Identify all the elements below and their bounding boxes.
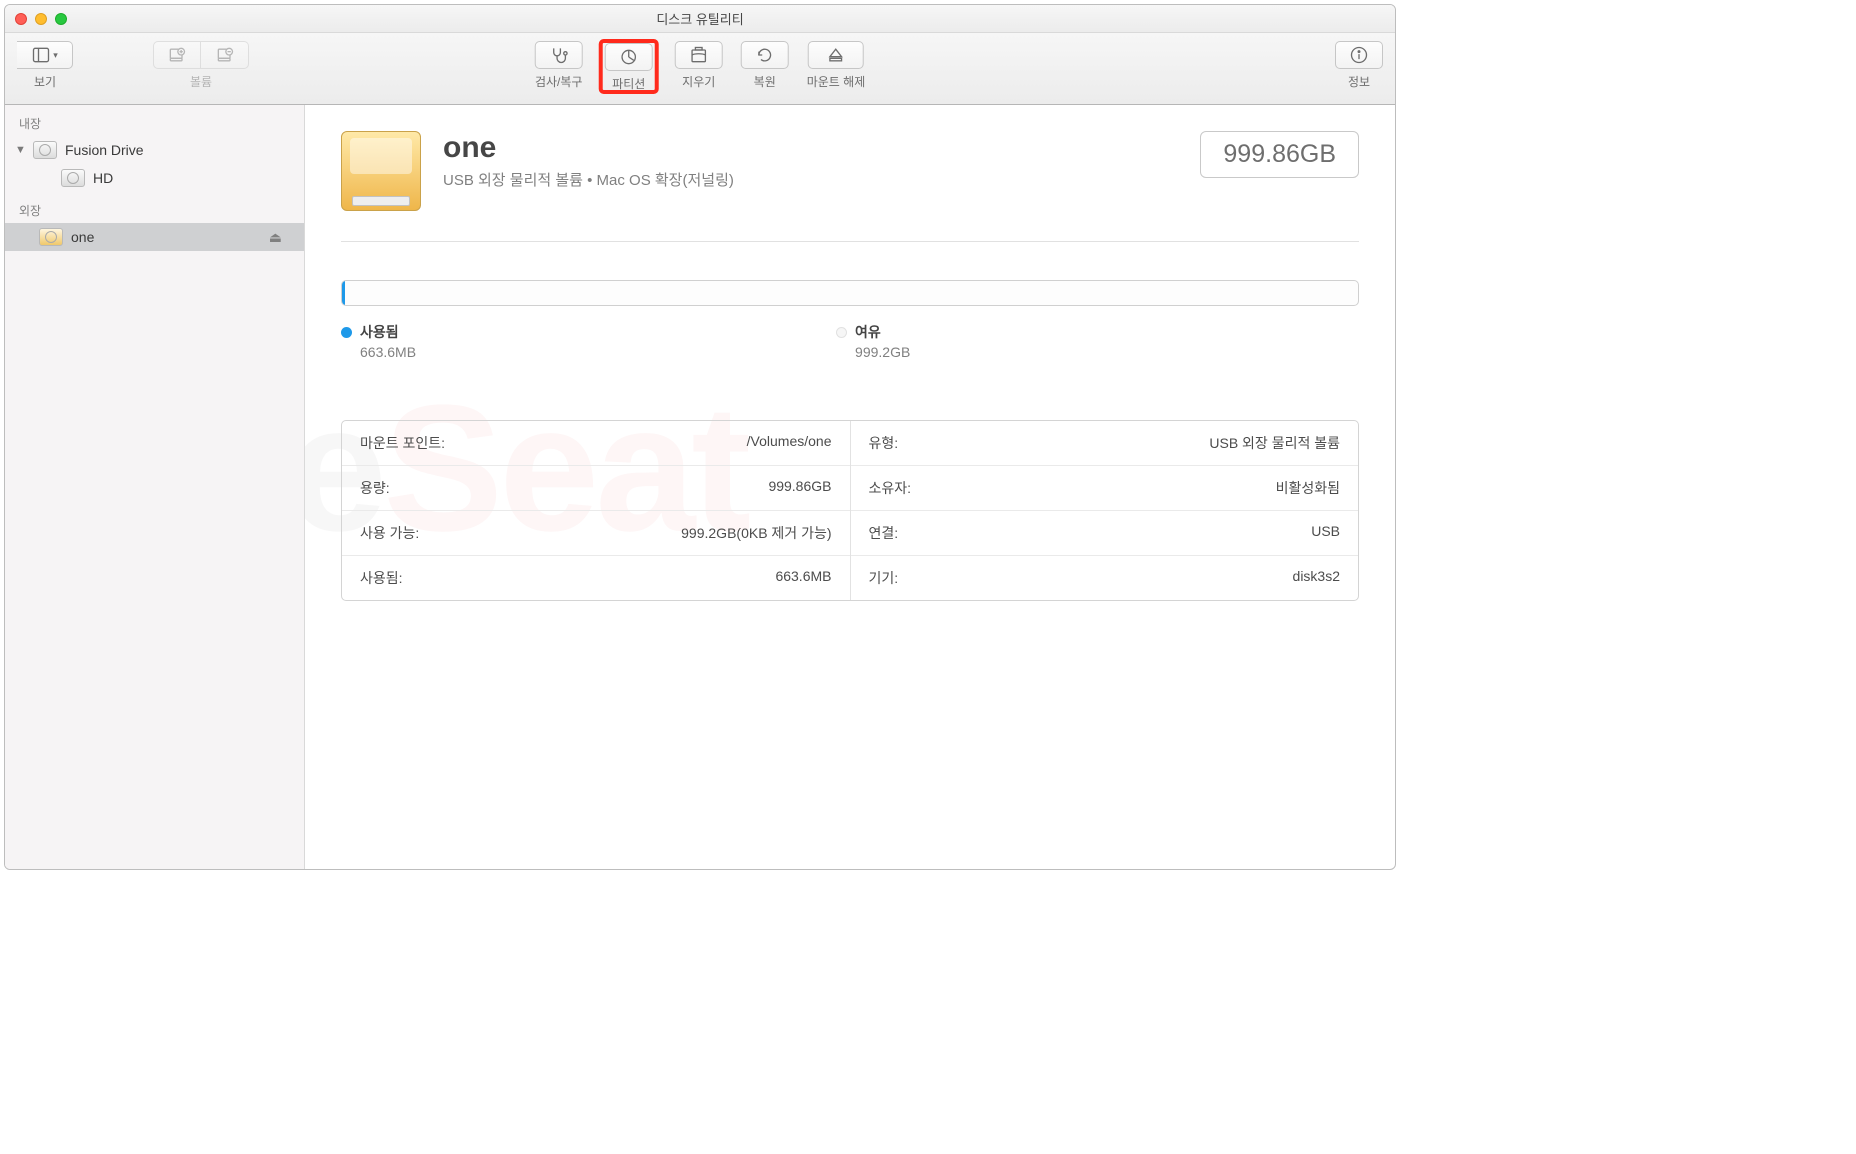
toolbar-volume-group: 볼륨	[153, 41, 249, 90]
minimize-button[interactable]	[35, 13, 47, 25]
info-row: 사용 가능:999.2GB(0KB 제거 가능)	[342, 511, 850, 556]
eject-icon	[826, 45, 846, 65]
volume-remove-icon	[215, 45, 235, 65]
info-button[interactable]	[1335, 41, 1383, 69]
disk-icon	[61, 169, 85, 187]
restore-icon	[755, 45, 775, 65]
toolbar-view-group: ▾ 보기	[17, 41, 73, 90]
window-title: 디스크 유틸리티	[656, 9, 743, 28]
sidebar: 내장 ▼ Fusion Drive HD 외장 one ⏏	[5, 105, 305, 869]
titlebar: 디스크 유틸리티	[5, 5, 1395, 33]
volume-label: 볼륨	[190, 73, 212, 90]
external-disk-icon	[39, 228, 63, 246]
info-row: 용량:999.86GB	[342, 466, 850, 511]
info-row: 마운트 포인트:/Volumes/one	[342, 421, 850, 466]
info-row: 기기:disk3s2	[851, 556, 1359, 600]
sidebar-icon	[31, 45, 51, 65]
sidebar-item-label: Fusion Drive	[65, 142, 144, 158]
volume-subtitle: USB 외장 물리적 볼륨 • Mac OS 확장(저널링)	[443, 169, 734, 190]
usage-bar	[341, 280, 1359, 306]
usage-legend: 사용됨 663.6MB 여유 999.2GB	[341, 322, 1359, 360]
restore-label: 복원	[754, 73, 776, 90]
sidebar-item-label: HD	[93, 170, 113, 186]
sidebar-item-label: one	[71, 229, 94, 245]
zoom-button[interactable]	[55, 13, 67, 25]
sidebar-internal-header: 내장	[5, 105, 304, 136]
partition-button[interactable]	[605, 43, 653, 71]
volume-name: one	[443, 131, 734, 165]
sidebar-item-one[interactable]: one ⏏	[5, 223, 304, 251]
info-row: 사용됨:663.6MB	[342, 556, 850, 600]
partition-icon	[619, 47, 639, 67]
sidebar-external-header: 외장	[5, 192, 304, 223]
info-row: 소유자:비활성화됨	[851, 466, 1359, 511]
volume-add-button	[153, 41, 201, 69]
disk-icon	[33, 141, 57, 159]
volume-header: one USB 외장 물리적 볼륨 • Mac OS 확장(저널링) 999.8…	[341, 131, 1359, 242]
volume-add-icon	[167, 45, 187, 65]
info-row: 연결:USB	[851, 511, 1359, 556]
info-col-right: 유형:USB 외장 물리적 볼륨 소유자:비활성화됨 연결:USB 기기:dis…	[851, 421, 1359, 600]
sidebar-item-hd[interactable]: HD	[5, 164, 304, 192]
free-label: 여유	[855, 322, 881, 342]
unmount-label: 마운트 해제	[807, 73, 866, 90]
disclosure-triangle-icon[interactable]: ▼	[15, 144, 25, 156]
volume-remove-button	[201, 41, 249, 69]
first-aid-label: 검사/복구	[535, 73, 583, 90]
volume-icon	[341, 131, 421, 211]
partition-label: 파티션	[612, 75, 645, 92]
eject-icon[interactable]: ⏏	[269, 229, 282, 246]
first-aid-button[interactable]	[535, 41, 583, 69]
free-value: 999.2GB	[855, 344, 910, 360]
stethoscope-icon	[549, 45, 569, 65]
used-label: 사용됨	[360, 322, 399, 342]
usage-bar-used	[342, 281, 345, 305]
volume-size-badge: 999.86GB	[1200, 131, 1359, 178]
close-button[interactable]	[15, 13, 27, 25]
erase-label: 지우기	[682, 73, 715, 90]
unmount-button[interactable]	[808, 41, 864, 69]
toolbar: ▾ 보기 볼륨 검사/복구	[5, 33, 1395, 105]
sidebar-item-fusion-drive[interactable]: ▼ Fusion Drive	[5, 136, 304, 164]
content-pane: one USB 외장 물리적 볼륨 • Mac OS 확장(저널링) 999.8…	[305, 105, 1395, 869]
info-label: 정보	[1348, 73, 1370, 90]
view-button[interactable]: ▾	[17, 41, 73, 69]
traffic-lights	[15, 13, 67, 25]
used-value: 663.6MB	[360, 344, 416, 360]
disk-utility-window: OneSeat 디스크 유틸리티 ▾ 보기	[4, 4, 1396, 870]
view-label: 보기	[34, 73, 56, 90]
restore-button[interactable]	[741, 41, 789, 69]
erase-icon	[689, 45, 709, 65]
used-swatch	[341, 327, 352, 338]
info-row: 유형:USB 외장 물리적 볼륨	[851, 421, 1359, 466]
free-swatch	[836, 327, 847, 338]
info-icon	[1349, 45, 1369, 65]
erase-button[interactable]	[675, 41, 723, 69]
info-table: 마운트 포인트:/Volumes/one 용량:999.86GB 사용 가능:9…	[341, 420, 1359, 601]
chevron-down-icon: ▾	[53, 50, 58, 61]
info-col-left: 마운트 포인트:/Volumes/one 용량:999.86GB 사용 가능:9…	[342, 421, 851, 600]
